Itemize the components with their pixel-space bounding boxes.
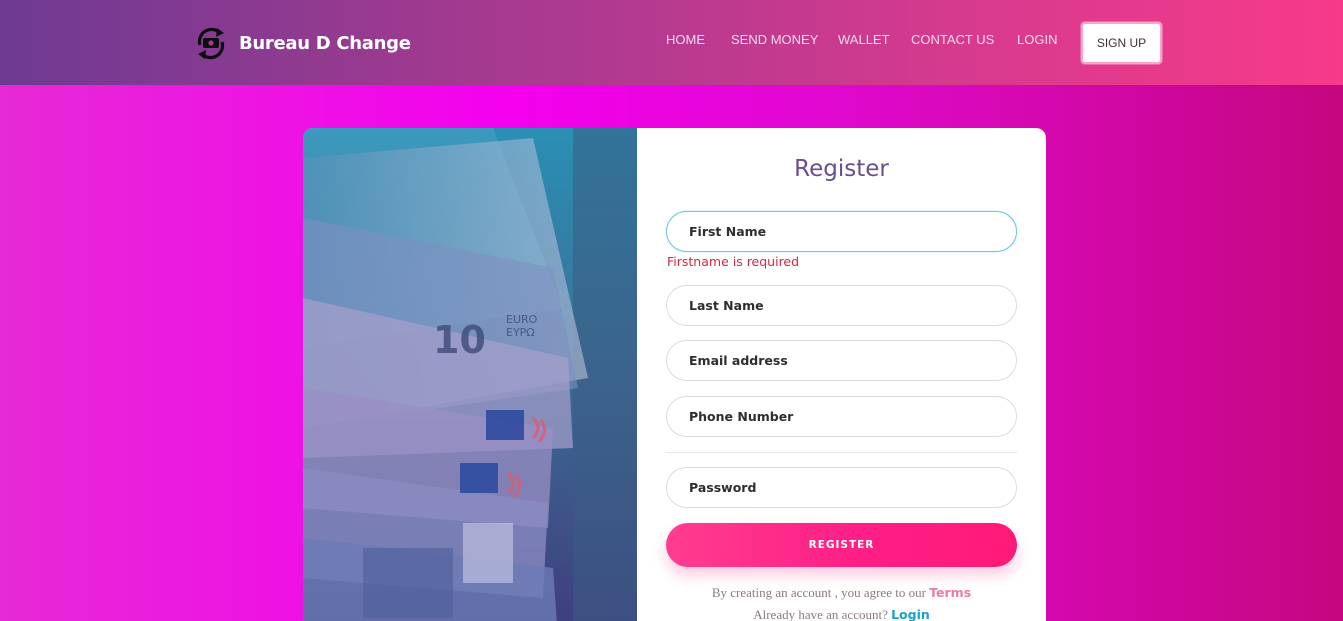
terms-link[interactable]: Terms [929,585,971,600]
nav-send-money[interactable]: SEND MONEY [731,32,818,47]
form-title: Register [794,156,889,182]
first-name-input[interactable] [666,211,1017,252]
first-name-error: Firstname is required [667,254,800,269]
nav-home[interactable]: HOME [666,32,705,47]
brand-name: Bureau D Change [239,32,411,54]
last-name-input[interactable] [666,285,1017,326]
brand[interactable]: Bureau D Change [194,23,411,63]
svg-text:EURO: EURO [506,313,538,326]
signup-button[interactable]: SIGN UP [1081,22,1162,64]
password-input[interactable] [666,467,1017,508]
login-link[interactable]: Login [891,607,930,621]
euro-banknotes-image: 10 EURO ΕΥΡΩ [303,128,637,621]
form-divider [666,452,1017,453]
svg-text:ΕΥΡΩ: ΕΥΡΩ [506,326,535,339]
login-text: Already have an account? [753,607,892,621]
nav-wallet[interactable]: WALLET [838,32,890,47]
terms-text: By creating an account , you agree to ou… [711,585,930,600]
register-form: Register Firstname is required REGISTER … [637,128,1046,621]
svg-text:10: 10 [433,318,486,362]
top-navbar: Bureau D Change HOME SEND MONEY WALLET C… [0,0,1343,85]
nav-contact-us[interactable]: CONTACT US [911,32,994,47]
email-input[interactable] [666,340,1017,381]
login-prompt: Already have an account? Login [637,607,1046,621]
terms-notice: By creating an account , you agree to ou… [637,585,1046,601]
phone-input[interactable] [666,396,1017,437]
register-button[interactable]: REGISTER [666,523,1017,567]
nav-login[interactable]: LOGIN [1017,32,1057,47]
register-card: 10 EURO ΕΥΡΩ Register Firstname is requi… [303,128,1046,621]
currency-exchange-icon [197,27,225,60]
